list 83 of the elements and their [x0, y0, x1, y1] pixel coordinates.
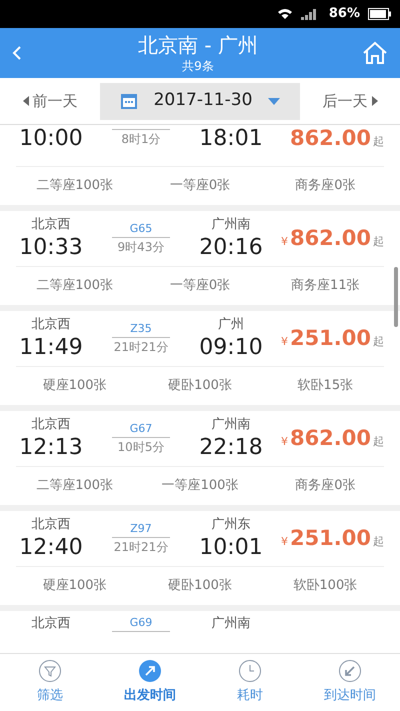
arrival-station: 广州南 — [212, 416, 250, 434]
arrival-time: 18:01 — [199, 125, 263, 152]
tab[interactable]: 出发时间 — [100, 654, 200, 711]
currency-sign: ¥ — [280, 334, 288, 350]
arrival-station: 广州 — [218, 316, 244, 334]
travel-duration: 21时21分 — [114, 539, 168, 556]
departure-time: 10:00 — [19, 125, 83, 152]
train-number: G65 — [130, 221, 152, 237]
train-card[interactable]: 北京西 10:33 G65 9时43分 广州南 20:16 ¥862.00 起 二等座100张 一等座0张 商务座11张 — [0, 211, 400, 305]
price-suffix: 起 — [373, 434, 384, 450]
train-number: G69 — [130, 615, 152, 631]
currency-sign: ¥ — [280, 434, 288, 450]
train-card[interactable]: 北京西 12:13 G67 10时5分 广州南 22:18 ¥862.00 起 二等座100张 一等座100张 商务座0张 — [0, 411, 400, 505]
previous-day-button[interactable]: 前一天 — [0, 90, 100, 112]
battery-percent: 86% — [328, 5, 360, 24]
seat-availability: 二等座100张 — [35, 477, 114, 496]
travel-duration: 9时43分 — [118, 239, 164, 256]
ticket-price: 862.00 — [290, 424, 371, 452]
ticket-price: 862.00 — [290, 224, 371, 252]
back-icon — [12, 45, 22, 61]
arrival-time: 22:18 — [199, 434, 263, 462]
departure-station: 北京西 — [32, 416, 70, 434]
train-card[interactable]: 北京西 11:49 Z35 21时21分 广州 09:10 ¥251.00 起 硬座100张 硬卧100张 软卧15张 — [0, 311, 400, 405]
seat-availability: 二等座100张 — [35, 277, 114, 296]
seat-availability: 软卧15张 — [296, 377, 354, 396]
dropdown-icon — [268, 98, 280, 104]
left-triangle-icon — [22, 96, 28, 106]
right-triangle-icon — [372, 96, 378, 106]
seat-availability: 商务座0张 — [294, 177, 356, 196]
train-number: Z35 — [130, 321, 152, 337]
wifi-icon — [276, 8, 293, 20]
seat-availability: 硬座100张 — [42, 377, 108, 396]
seat-availability: 商务座11张 — [290, 277, 361, 296]
seat-availability: 一等座100张 — [160, 477, 240, 496]
seat-availability: 一等座0张 — [168, 177, 232, 196]
arrival-time: 09:10 — [199, 334, 263, 362]
seat-availability: 软卧100张 — [292, 577, 358, 596]
departure-station: 北京西 — [32, 216, 70, 234]
departure-time: 12:13 — [19, 434, 83, 462]
travel-duration: 8时1分 — [121, 131, 161, 148]
price-suffix: 起 — [373, 334, 384, 350]
arrival-time: 10:01 — [199, 534, 263, 562]
departure-time: 11:49 — [19, 334, 83, 362]
seat-availability: 硬卧100张 — [167, 377, 233, 396]
currency-sign: ¥ — [280, 234, 288, 250]
departure-station: 北京西 — [32, 516, 70, 534]
ticket-price: 862.00 — [290, 125, 371, 152]
date-picker[interactable]: 2017-11-30 — [100, 82, 300, 120]
price-suffix: 起 — [373, 134, 384, 150]
travel-duration: 10时5分 — [118, 439, 164, 456]
arrival-time: 20:16 — [199, 234, 263, 262]
next-day-button[interactable]: 后一天 — [300, 90, 400, 112]
departure-time: 12:40 — [19, 534, 83, 562]
departure-time: 10:33 — [19, 234, 83, 262]
seat-availability: 硬卧100张 — [167, 577, 233, 596]
travel-duration: 21时21分 — [114, 339, 168, 356]
arrival-station: 广州南 — [212, 615, 250, 633]
window-title: 北京南 - 广州 — [138, 32, 258, 58]
train-card[interactable]: 10:00 8时1分 18:01 862.00 起 二等座100张 一等座0张 商务座0张 — [0, 125, 400, 205]
train-card[interactable]: 北京西 12:40 Z97 21时21分 广州东 10:01 ¥251.00 起 硬座100张 硬卧100张 软卧100张 — [0, 511, 400, 605]
clock-icon — [238, 659, 262, 684]
train-card[interactable]: 北京西 G69 广州南 — [0, 611, 400, 653]
scrollbar — [394, 267, 398, 327]
train-number: G67 — [130, 421, 152, 437]
seat-availability: 一等座0张 — [168, 277, 232, 296]
price-suffix: 起 — [373, 234, 384, 250]
currency-sign: ¥ — [280, 534, 288, 550]
seat-availability: 硬座100张 — [42, 577, 108, 596]
seat-availability: 二等座100张 — [35, 177, 114, 196]
arrival-station: 广州南 — [212, 216, 250, 234]
departure-station: 北京西 — [32, 615, 70, 633]
home-icon — [362, 41, 388, 65]
ticket-price: 251.00 — [290, 324, 371, 352]
result-count: 共9条 — [182, 58, 214, 74]
battery-icon — [368, 8, 392, 20]
ticket-price: 251.00 — [290, 524, 371, 552]
departure-station: 北京西 — [32, 316, 70, 334]
calendar-icon — [120, 92, 138, 110]
filter-icon — [38, 659, 62, 684]
train-number: Z97 — [130, 521, 152, 537]
arrival-station: 广州东 — [212, 516, 250, 534]
seat-availability: 商务座0张 — [294, 477, 356, 496]
price-suffix: 起 — [373, 534, 384, 550]
